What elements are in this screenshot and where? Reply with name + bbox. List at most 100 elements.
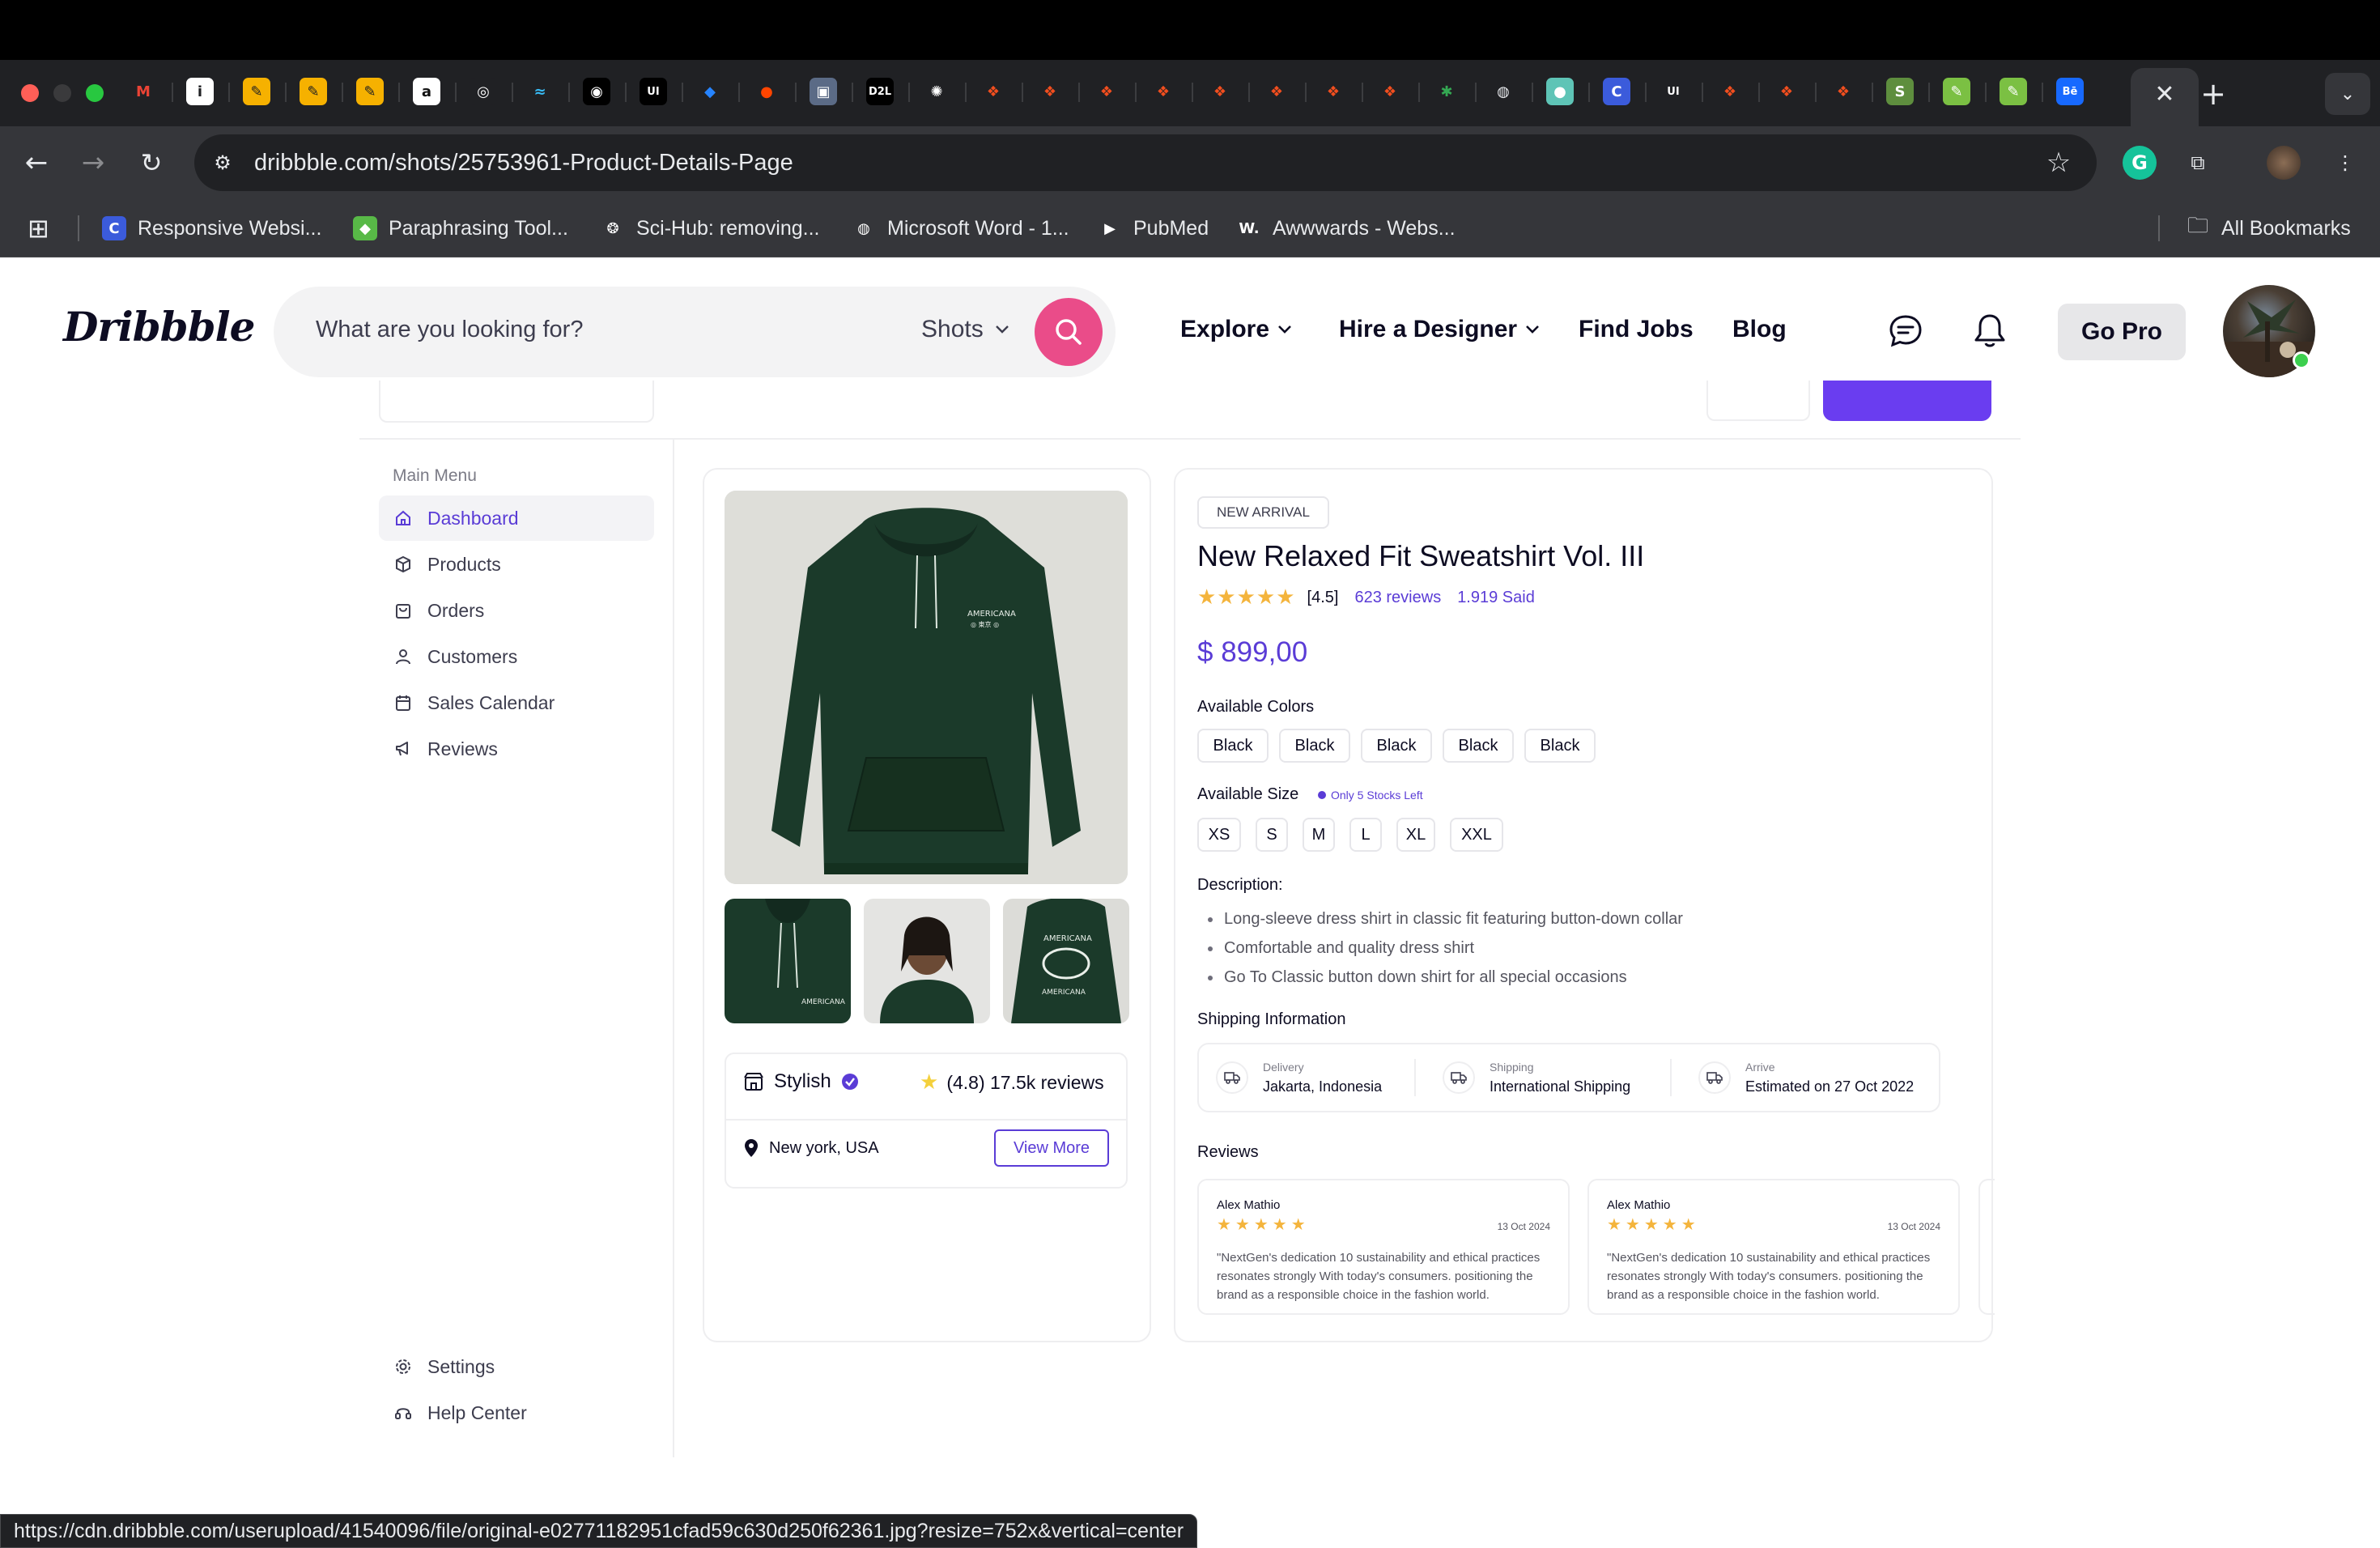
color-option-chip[interactable]: Black (1361, 729, 1432, 763)
tab-icon-5[interactable]: ✎ (356, 78, 384, 105)
review-card[interactable]: Alex Mathio ★★★★★ 13 Oct 2024 "NextGen's de… (1197, 1179, 1570, 1315)
tab-icon-24[interactable]: ✱ (1433, 78, 1460, 105)
d2l-tab-icon[interactable]: D2L (866, 78, 894, 105)
search-button[interactable] (1035, 298, 1103, 366)
browser-menu-icon[interactable]: ⋮ (2328, 146, 2362, 180)
figma-tab-icon-1[interactable]: ❖ (980, 78, 1007, 105)
sidebar-item-dashboard[interactable]: Dashboard (379, 495, 654, 541)
tab-icon-34[interactable]: ✎ (2000, 78, 2027, 105)
product-thumbnail-3[interactable]: AMERICANA AMERICANA (1003, 899, 1129, 1023)
minimize-window-button[interactable] (53, 84, 71, 102)
bookmark-item[interactable]: C Responsive Websi... (102, 212, 321, 245)
tab-icon-3[interactable]: ✎ (243, 78, 270, 105)
figma-tab-icon-7[interactable]: ❖ (1320, 78, 1347, 105)
bookmark-star-icon[interactable]: ☆ (2040, 144, 2077, 181)
search-input[interactable] (314, 316, 865, 344)
figma-tab-icon-10[interactable]: ❖ (1773, 78, 1800, 105)
primary-action-partial[interactable] (1823, 381, 1991, 421)
product-thumbnail-1[interactable]: AMERICANA (725, 899, 851, 1023)
view-more-button[interactable]: View More (994, 1129, 1109, 1167)
color-option-chip[interactable]: Black (1524, 729, 1596, 763)
bookmark-item[interactable]: ◆ Paraphrasing Tool... (353, 212, 568, 245)
site-settings-icon[interactable]: ⚙ (206, 146, 240, 180)
nav-hire-designer[interactable]: Hire a Designer (1339, 316, 1540, 343)
sidebar-item-sales-calendar[interactable]: Sales Calendar (379, 680, 654, 725)
figma-tab-icon-6[interactable]: ❖ (1263, 78, 1290, 105)
chatgpt-tab-icon[interactable]: ◎ (470, 78, 497, 105)
behance-tab-icon[interactable]: Bē (2056, 78, 2084, 105)
product-thumbnail-2[interactable] (864, 899, 990, 1023)
amazon-tab-icon[interactable]: a (413, 78, 440, 105)
shopify-tab-icon[interactable]: S (1886, 78, 1914, 105)
figma-tab-icon-9[interactable]: ❖ (1716, 78, 1744, 105)
dribbble-logo[interactable]: Dribbble (63, 303, 255, 351)
review-card[interactable]: Alex Mathio ★★★★★ 13 Oct 2024 "NextGen's de… (1587, 1179, 1960, 1315)
bookmark-item[interactable]: ▶ PubMed (1098, 212, 1209, 245)
forward-arrow-icon[interactable]: → (73, 142, 113, 183)
back-arrow-icon[interactable]: ← (16, 142, 57, 183)
apps-grid-icon[interactable]: ⊞ (28, 212, 49, 245)
reload-icon[interactable]: ↻ (131, 142, 172, 183)
figma-tab-icon-4[interactable]: ❖ (1150, 78, 1177, 105)
reviews-link[interactable]: 623 reviews (1354, 589, 1441, 607)
color-option-chip[interactable]: Black (1279, 729, 1350, 763)
bookmark-item[interactable]: W. Awwwards - Webs... (1237, 212, 1455, 245)
store-name[interactable]: Stylish (743, 1070, 859, 1093)
reddit-tab-icon[interactable]: ● (753, 78, 780, 105)
sidebar-item-help-center[interactable]: Help Center (379, 1390, 654, 1435)
sidebar-item-reviews[interactable]: Reviews (379, 726, 654, 772)
figma-tab-icon-11[interactable]: ❖ (1830, 78, 1857, 105)
tab-icon-27[interactable]: C (1603, 78, 1630, 105)
url-text[interactable]: dribbble.com/shots/25753961-Product-Deta… (254, 147, 793, 179)
size-option-chip[interactable]: XS (1197, 818, 1241, 852)
go-pro-button[interactable]: Go Pro (2058, 304, 2186, 360)
info-tab-icon[interactable]: i (186, 78, 214, 105)
nav-explore[interactable]: Explore (1180, 316, 1292, 343)
chrome-tab-icon[interactable]: ◍ (1490, 78, 1517, 105)
size-option-chip[interactable]: M (1303, 818, 1335, 852)
sidebar-item-customers[interactable]: Customers (379, 634, 654, 679)
color-option-chip[interactable]: Black (1443, 729, 1514, 763)
sidebar-item-orders[interactable]: Orders (379, 588, 654, 633)
all-bookmarks-button[interactable]: 🗀 All Bookmarks (2186, 212, 2351, 245)
ui-tab-icon-2[interactable]: UI (1660, 78, 1687, 105)
profile-avatar-icon[interactable] (2267, 146, 2301, 180)
search-scope-dropdown[interactable]: Shots (921, 316, 1009, 343)
color-option-chip[interactable]: Black (1197, 729, 1269, 763)
close-tab-icon[interactable]: ✕ (2147, 76, 2182, 112)
figma-tab-icon-3[interactable]: ❖ (1093, 78, 1120, 105)
size-option-chip[interactable]: L (1349, 818, 1382, 852)
sidebar-item-settings[interactable]: Settings (379, 1344, 654, 1389)
tab-icon-33[interactable]: ✎ (1943, 78, 1970, 105)
sidebar-item-products[interactable]: Products (379, 542, 654, 587)
tab-icon-13[interactable]: ▣ (810, 78, 837, 105)
tailwind-tab-icon[interactable]: ≈ (526, 78, 554, 105)
product-main-image[interactable]: AMERICANA ◎ 東京 ◎ (725, 491, 1128, 884)
grammarly-extension-icon[interactable]: G (2123, 146, 2157, 180)
tab-icon-9[interactable]: ◉ (583, 78, 610, 105)
secondary-action-partial[interactable] (1706, 381, 1810, 421)
notifications-bell-icon[interactable] (1970, 312, 2009, 351)
bookmark-item[interactable]: ◍ Microsoft Word - 1... (852, 212, 1069, 245)
figma-tab-icon-2[interactable]: ❖ (1036, 78, 1064, 105)
tab-icon-26[interactable]: ● (1546, 78, 1574, 105)
nav-find-jobs[interactable]: Find Jobs (1579, 316, 1694, 343)
tab-search-chevron-icon[interactable]: ⌄ (2325, 73, 2370, 115)
close-window-button[interactable] (21, 84, 39, 102)
figma-tab-icon-8[interactable]: ❖ (1376, 78, 1404, 105)
messages-icon[interactable] (1886, 312, 1925, 351)
bookmark-item[interactable]: ❂ Sci-Hub: removing... (601, 212, 819, 245)
size-option-chip[interactable]: XXL (1450, 818, 1503, 852)
gmail-tab-icon[interactable]: M (130, 78, 157, 105)
new-tab-button[interactable]: + (2195, 76, 2231, 112)
openai-tab-icon[interactable]: ✺ (923, 78, 950, 105)
extensions-puzzle-icon[interactable]: ⧉ (2181, 146, 2215, 180)
figma-tab-icon-5[interactable]: ❖ (1206, 78, 1234, 105)
size-option-chip[interactable]: XL (1396, 818, 1435, 852)
jira-tab-icon[interactable]: ◆ (696, 78, 724, 105)
tab-icon-4[interactable]: ✎ (300, 78, 327, 105)
size-option-chip[interactable]: S (1256, 818, 1288, 852)
zoom-window-button[interactable] (86, 84, 104, 102)
nav-blog[interactable]: Blog (1732, 316, 1787, 343)
ui-tab-icon[interactable]: UI (640, 78, 667, 105)
